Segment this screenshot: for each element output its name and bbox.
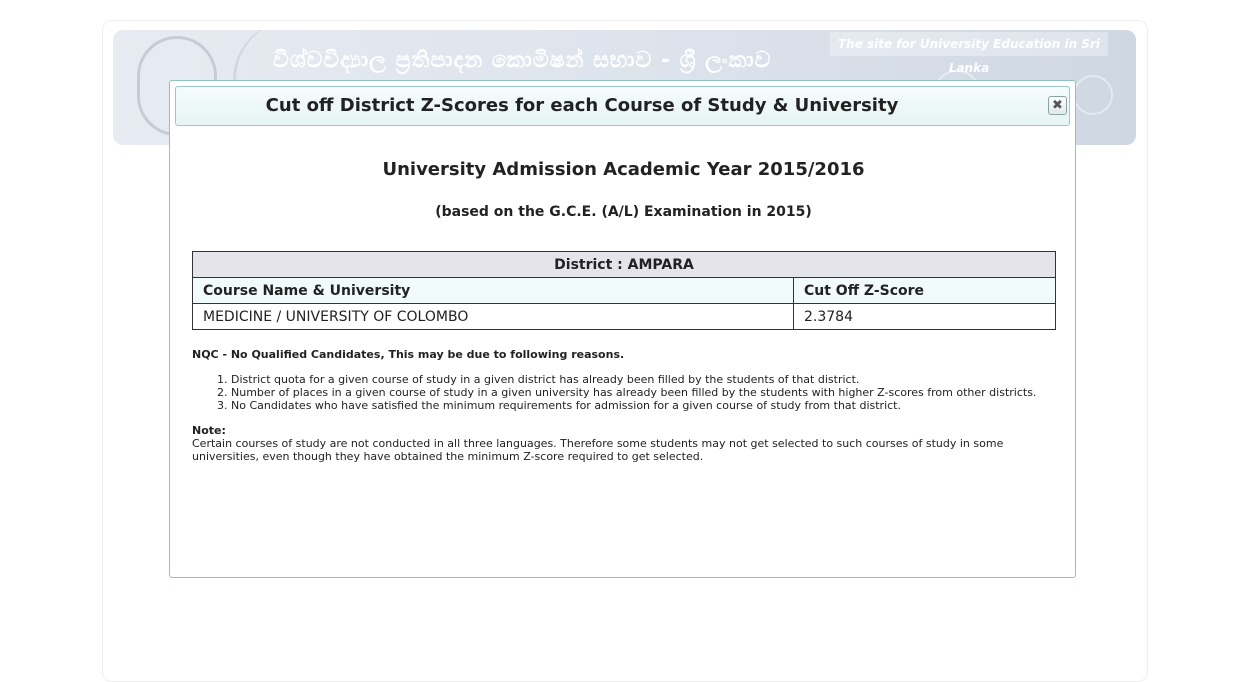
list-item: District quota for a given course of stu… xyxy=(231,373,1052,386)
nqc-heading: NQC - No Qualified Candidates, This may … xyxy=(192,348,625,361)
district-label: District : AMPARA xyxy=(192,251,1056,278)
academic-year-heading: University Admission Academic Year 2015/… xyxy=(382,159,865,180)
zscore-cell: 2.3784 xyxy=(793,303,1056,330)
banner-sinhala-title: විශ්වවිද්‍යාල ප්‍රතිපාදන කොමිෂන් සභාව - … xyxy=(273,48,772,73)
course-cell: MEDICINE / UNIVERSITY OF COLOMBO xyxy=(192,303,794,330)
dialog-title: Cut off District Z-Scores for each Cours… xyxy=(265,95,899,116)
reasons-list: District quota for a given course of stu… xyxy=(192,373,1052,412)
list-item: Number of places in a given course of st… xyxy=(231,386,1052,399)
notes-section: NQC - No Qualified Candidates, This may … xyxy=(192,348,1052,463)
examination-subheading: (based on the G.C.E. (A/L) Examination i… xyxy=(435,204,812,220)
district-row: District : AMPARA xyxy=(192,251,1056,278)
close-icon: ✖ xyxy=(1052,98,1063,113)
table-header-row: Course Name & University Cut Off Z-Score xyxy=(192,277,1056,304)
zscore-table: District : AMPARA Course Name & Universi… xyxy=(192,251,1056,330)
banner-tagline: The site for University Education in Sri… xyxy=(830,32,1108,75)
column-header-zscore: Cut Off Z-Score xyxy=(793,277,1056,304)
note-label: Note: xyxy=(192,424,226,437)
banner-bubble-decoration xyxy=(1073,75,1113,115)
zscore-dialog: Cut off District Z-Scores for each Cours… xyxy=(169,80,1076,578)
table-row: MEDICINE / UNIVERSITY OF COLOMBO 2.3784 xyxy=(192,303,1056,330)
close-button[interactable]: ✖ xyxy=(1048,96,1067,115)
note-text: Certain courses of study are not conduct… xyxy=(192,437,1004,463)
dialog-titlebar[interactable]: Cut off District Z-Scores for each Cours… xyxy=(175,86,1070,126)
column-header-course: Course Name & University xyxy=(192,277,794,304)
list-item: No Candidates who have satisfied the min… xyxy=(231,399,1052,412)
